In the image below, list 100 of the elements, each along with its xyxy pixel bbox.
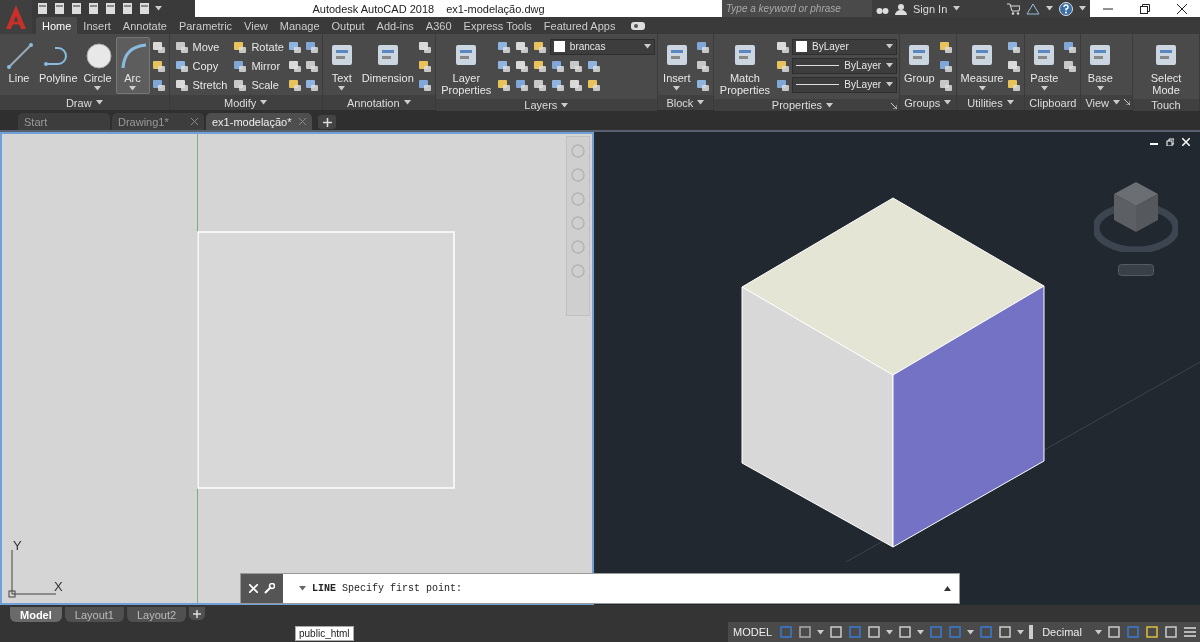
caret-icon[interactable] <box>978 86 986 91</box>
tool-button[interactable]: Polyline <box>37 37 80 87</box>
caret-icon[interactable] <box>94 86 102 91</box>
toggle-icon[interactable] <box>631 22 646 30</box>
dropdown[interactable]: ByLayer <box>792 38 898 55</box>
dropdown[interactable]: ByLayer <box>792 57 898 74</box>
tool-button[interactable]: Circle <box>80 37 115 94</box>
restore-icon[interactable] <box>1166 138 1174 146</box>
caret-icon[interactable] <box>1096 86 1104 91</box>
tool-button[interactable]: Measure <box>958 37 1006 94</box>
caret-icon[interactable] <box>1113 100 1121 105</box>
tool-button[interactable]: Stretch <box>171 75 230 94</box>
close-icon[interactable] <box>1176 3 1187 14</box>
caret-icon[interactable] <box>1079 6 1086 11</box>
tool-button[interactable]: Dimension <box>359 37 416 87</box>
ribbon-tab[interactable]: Add-ins <box>370 17 420 34</box>
caret-icon[interactable] <box>260 100 268 105</box>
new-layout-button[interactable] <box>189 607 206 620</box>
file-tab[interactable]: ex1-modelação* <box>206 113 312 130</box>
tool-button[interactable]: Mirror <box>230 56 286 75</box>
new-tab-button[interactable] <box>318 115 336 129</box>
view-cube-drawing[interactable] <box>1094 180 1178 252</box>
dropdown[interactable]: ByLayer <box>792 76 898 93</box>
ribbon-tab[interactable]: Featured Apps <box>537 17 622 34</box>
caret-icon[interactable] <box>155 6 162 11</box>
caret-icon[interactable] <box>917 629 925 635</box>
layout-tab[interactable]: Model <box>10 607 62 622</box>
caret-icon[interactable] <box>1017 629 1025 635</box>
panel-title[interactable]: Modify <box>223 96 268 109</box>
tool-button[interactable]: Match Properties <box>715 37 775 99</box>
caret-icon[interactable] <box>886 629 894 635</box>
tool-button[interactable]: Copy <box>171 56 230 75</box>
caret-icon[interactable] <box>561 102 569 108</box>
caret-icon[interactable] <box>953 6 961 11</box>
caret-icon[interactable] <box>886 63 894 68</box>
ribbon-tab[interactable]: A360 <box>419 17 458 34</box>
caret-icon[interactable] <box>129 86 137 91</box>
panel-title[interactable]: Properties <box>771 99 833 111</box>
menu-icon[interactable] <box>1183 625 1197 639</box>
sign-in-button[interactable]: Sign In <box>913 2 948 15</box>
ribbon-tab[interactable]: Express Tools <box>457 17 538 34</box>
caret-icon[interactable] <box>826 102 833 108</box>
tool-button[interactable]: Line <box>2 37 36 87</box>
caret-icon[interactable] <box>673 86 681 91</box>
panel-title[interactable]: Draw <box>65 96 103 109</box>
caret-icon[interactable] <box>1095 629 1102 635</box>
caret-icon[interactable] <box>95 100 103 105</box>
dropdown[interactable]: brancas <box>549 38 655 55</box>
search-field[interactable]: Type a keyword or phrase <box>722 0 872 17</box>
ribbon-tab[interactable]: Manage <box>273 17 326 34</box>
ribbon-tab[interactable]: Insert <box>77 17 117 34</box>
panel-title[interactable]: Layers <box>524 99 569 111</box>
caret-icon[interactable] <box>403 100 411 105</box>
caret-icon[interactable] <box>643 44 651 49</box>
panel-title[interactable]: Annotation <box>347 96 411 109</box>
caret-icon[interactable] <box>299 586 306 591</box>
tool-button[interactable]: Group <box>902 37 937 87</box>
tool-button[interactable]: Rotate <box>230 37 286 56</box>
tool-button[interactable]: Paste <box>1027 37 1062 94</box>
ribbon-tab[interactable]: View <box>238 17 274 34</box>
model-space-button[interactable]: MODEL <box>731 626 775 638</box>
caret-icon[interactable] <box>1040 86 1048 91</box>
tool-button[interactable]: Base <box>1083 37 1118 94</box>
tool-button[interactable]: Arc <box>115 37 150 94</box>
caret-icon[interactable] <box>886 44 894 49</box>
panel-title[interactable]: Utilities <box>967 96 1014 109</box>
caret-icon[interactable] <box>967 629 975 635</box>
help-icon[interactable] <box>1059 1 1073 16</box>
tool-button[interactable]: Layer Properties <box>437 37 495 99</box>
caret-icon[interactable] <box>697 100 705 105</box>
tool-icon[interactable] <box>4 40 34 70</box>
caret-icon[interactable] <box>338 86 346 91</box>
layout-tab[interactable]: Layout2 <box>126 607 187 622</box>
ribbon-tab[interactable]: Home <box>36 17 78 34</box>
panel-title[interactable]: Block <box>666 96 705 109</box>
ribbon-tab[interactable]: Parametric <box>172 17 239 34</box>
tool-button[interactable]: Select Mode <box>1135 37 1197 99</box>
launcher-icon[interactable] <box>1124 99 1131 105</box>
tool-button[interactable]: Scale <box>230 75 286 94</box>
caret-icon[interactable] <box>1006 100 1014 105</box>
caret-icon[interactable] <box>944 100 952 105</box>
caret-icon[interactable] <box>1046 6 1053 11</box>
tool-button[interactable]: Insert <box>659 37 694 94</box>
restore-icon[interactable] <box>1140 3 1150 14</box>
cart-icon[interactable] <box>1006 2 1020 15</box>
caret-icon[interactable] <box>886 82 894 87</box>
panel-title[interactable]: View <box>1085 96 1121 109</box>
units-bar-icon[interactable] <box>1029 625 1034 639</box>
units-label[interactable]: Decimal <box>1038 626 1090 638</box>
ribbon-tab[interactable]: Annotate <box>116 17 173 34</box>
user-icon[interactable] <box>895 2 907 15</box>
panel-title[interactable]: Touch <box>1151 99 1181 111</box>
file-tab[interactable]: Start <box>18 113 110 130</box>
panel-title[interactable]: Groups <box>904 96 952 109</box>
tool-button[interactable]: Move <box>171 37 230 56</box>
wrench-icon[interactable] <box>264 583 275 594</box>
tool-button[interactable]: Text <box>324 37 359 94</box>
file-tab[interactable]: Drawing1* <box>112 113 204 130</box>
launcher-icon[interactable] <box>891 103 898 109</box>
layout-tab[interactable]: Layout1 <box>64 607 124 622</box>
